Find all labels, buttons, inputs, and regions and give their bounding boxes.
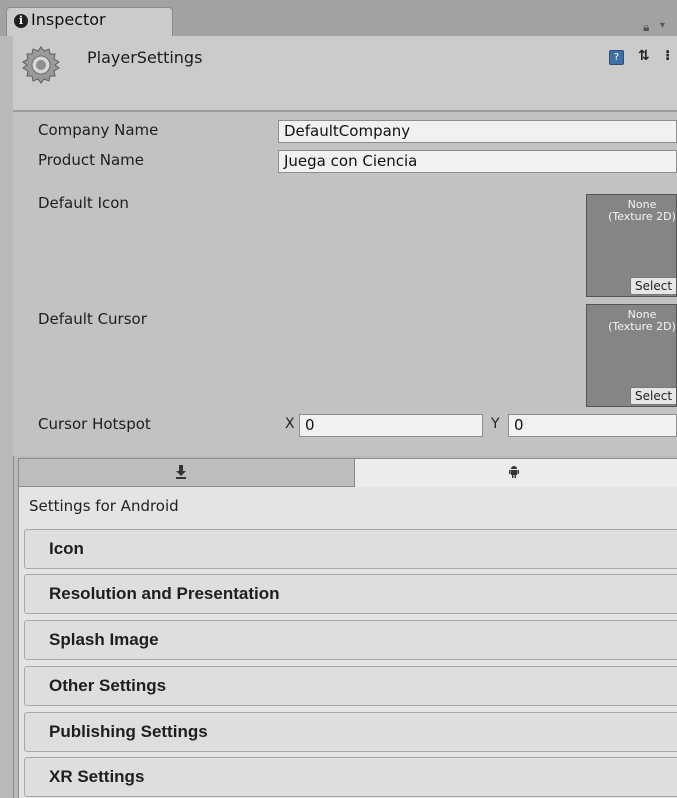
hotspot-y-field[interactable]: 0 xyxy=(508,414,677,437)
default-icon-label: Default Icon xyxy=(38,194,129,212)
cursor-hotspot-label: Cursor Hotspot xyxy=(38,415,151,433)
product-name-field[interactable]: Juega con Ciencia xyxy=(278,150,677,173)
default-icon-type-text: (Texture 2D) xyxy=(608,210,676,223)
android-icon xyxy=(509,466,519,478)
inspector-tab-label: Inspector xyxy=(31,10,106,29)
company-name-label: Company Name xyxy=(38,121,159,139)
section-icon[interactable]: Icon xyxy=(24,529,677,569)
default-cursor-type-text: (Texture 2D) xyxy=(608,320,676,333)
section-xr-settings[interactable]: XR Settings xyxy=(24,757,677,797)
hotspot-x-field[interactable]: 0 xyxy=(299,414,483,437)
platform-tab-android[interactable] xyxy=(355,458,677,487)
header-title: PlayerSettings xyxy=(87,48,203,67)
section-other-settings[interactable]: Other Settings xyxy=(24,666,677,706)
section-publishing-settings[interactable]: Publishing Settings xyxy=(24,712,677,752)
company-name-field[interactable]: DefaultCompany xyxy=(278,120,677,143)
tab-menu-icon[interactable]: ▾ xyxy=(660,20,665,31)
default-cursor-select-button[interactable]: Select xyxy=(630,387,676,405)
default-cursor-texture-field[interactable]: None (Texture 2D) Select xyxy=(586,304,677,407)
inspector-tab[interactable]: i Inspector xyxy=(6,7,173,36)
section-resolution-and-presentation[interactable]: Resolution and Presentation xyxy=(24,574,677,614)
download-arrow-icon xyxy=(176,465,186,479)
platform-tab-standalone[interactable] xyxy=(18,458,355,487)
hotspot-y-label: Y xyxy=(491,416,500,432)
info-icon: i xyxy=(14,14,28,28)
default-icon-select-button[interactable]: Select xyxy=(630,277,676,295)
product-name-label: Product Name xyxy=(38,151,144,169)
hotspot-x-label: X xyxy=(285,416,295,432)
default-icon-texture-field[interactable]: None (Texture 2D) Select xyxy=(586,194,677,297)
settings-for-android-title: Settings for Android xyxy=(29,497,179,515)
presets-icon[interactable]: ⇅ xyxy=(638,48,650,64)
lock-icon[interactable]: 🔒︎ xyxy=(643,20,649,35)
settings-gear-icon xyxy=(22,46,60,84)
help-icon[interactable]: ? xyxy=(609,50,624,65)
default-cursor-label: Default Cursor xyxy=(38,310,147,328)
section-splash-image[interactable]: Splash Image xyxy=(24,620,677,660)
context-menu-icon[interactable]: ⁝ xyxy=(665,48,670,64)
